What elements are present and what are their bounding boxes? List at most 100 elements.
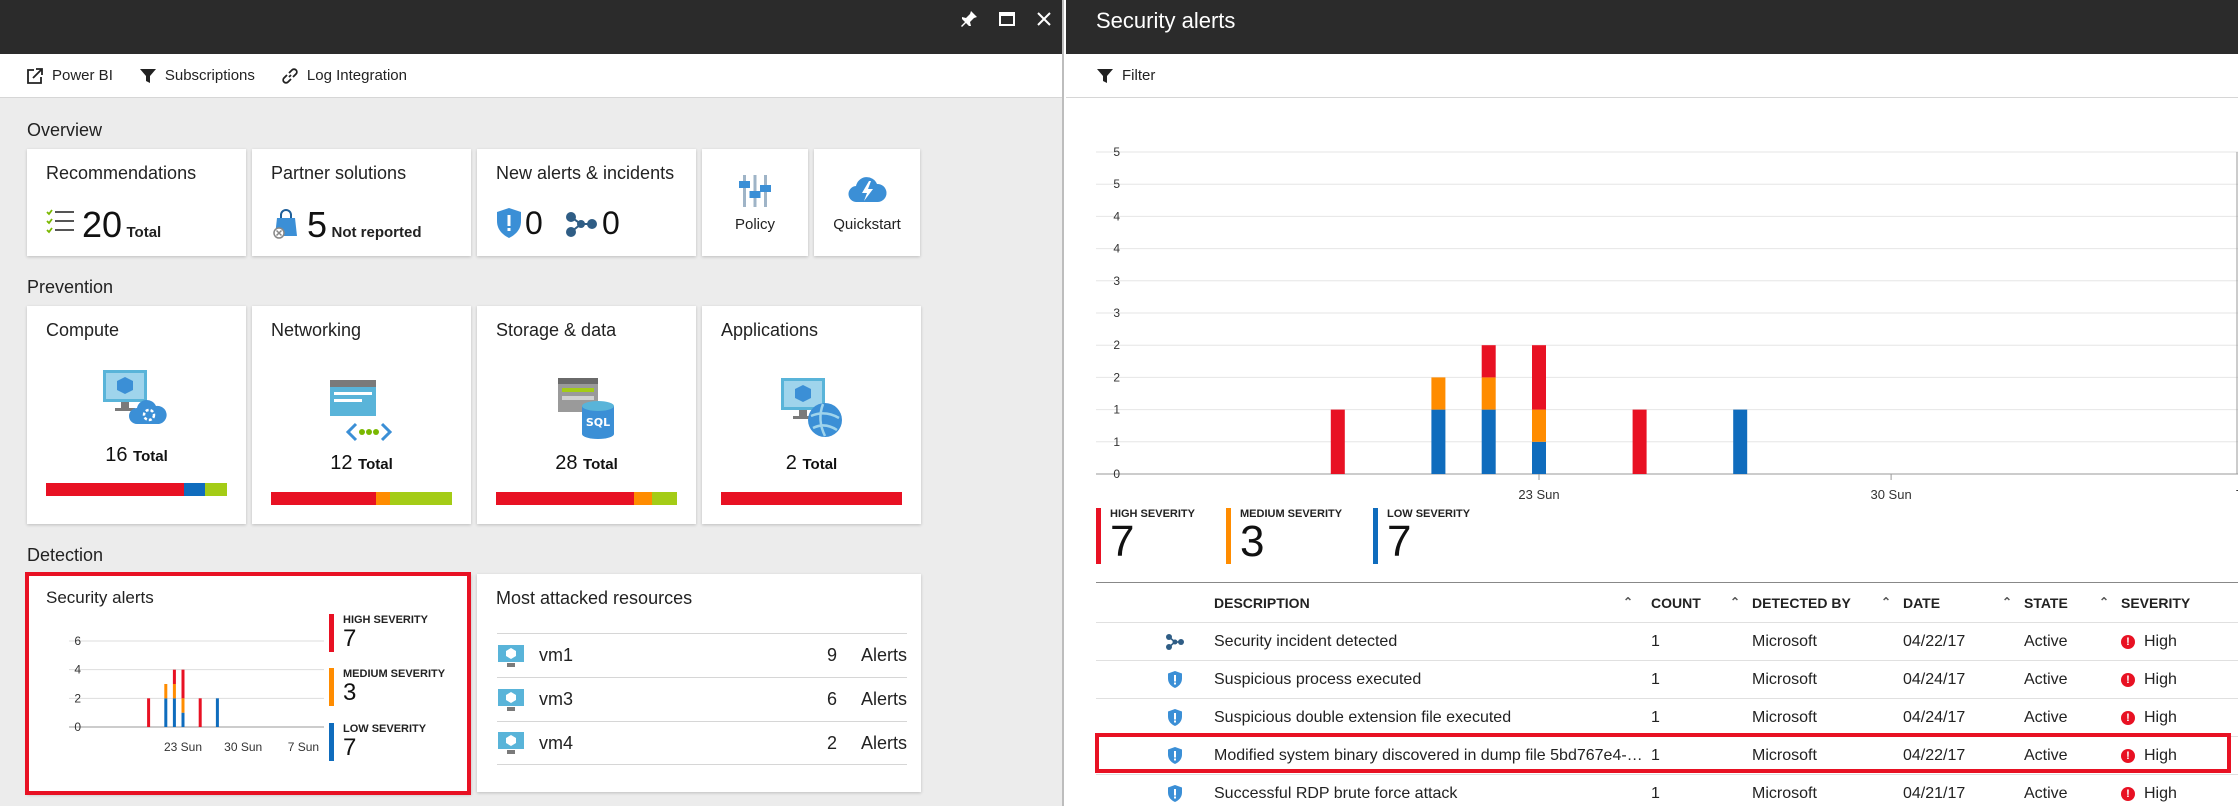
most-attacked-resources-tile[interactable]: Most attacked resources vm1 9 Alerts vm3… — [477, 574, 921, 792]
storage-data-severity-bar — [496, 492, 677, 505]
alert-state: Active — [2024, 708, 2068, 726]
bar-segment — [1532, 345, 1546, 410]
checklist-icon — [46, 209, 74, 234]
severity-bar-segment — [183, 483, 206, 496]
severity-bar-segment — [496, 492, 634, 505]
col-description[interactable]: DESCRIPTION ⌃ — [1214, 595, 1651, 611]
alert-row[interactable]: Suspicious process executed 1 Microsoft 04/… — [1096, 660, 2238, 698]
recommendations-title: Recommendations — [46, 163, 197, 183]
filter-icon — [1097, 68, 1113, 83]
alert-row[interactable]: Suspicious double extension file execute… — [1096, 698, 2238, 736]
blade-title-bar — [0, 0, 1062, 54]
policy-label: Policy — [734, 216, 775, 233]
alert-count: 1 — [1651, 670, 1660, 688]
new-alerts-incidents-tile[interactable]: New alerts & incidents 0 0 — [477, 149, 696, 256]
alert-severity: ! High — [2121, 785, 2238, 803]
applications-severity-bar — [721, 492, 902, 505]
y-tick-label: 0 — [1113, 467, 1120, 481]
severity-bar-segment — [205, 483, 227, 496]
sort-icon: ⌃ — [1622, 594, 1633, 609]
networking-title: Networking — [271, 320, 362, 340]
security-center-screen: Power BI Subscriptions Log Integration O… — [0, 0, 2238, 806]
partner-solutions-tile[interactable]: Partner solutions 5 Not reported — [252, 149, 471, 256]
filter-button[interactable]: Filter — [1096, 67, 1155, 85]
recommendations-tile[interactable]: Recommendations 20 Total — [27, 149, 246, 256]
subscriptions-button[interactable]: Subscriptions — [139, 67, 255, 85]
storage-data-title: Storage & data — [496, 320, 617, 340]
close-icon[interactable] — [1031, 8, 1057, 34]
alert-row[interactable]: Successful RDP brute force attack 1 Micros… — [1096, 774, 2238, 806]
y-tick-label: 4 — [1113, 242, 1120, 256]
col-severity[interactable]: SEVERITY — [2121, 595, 2238, 611]
log-integration-button[interactable]: Log Integration — [281, 67, 407, 85]
policy-sliders-icon — [739, 175, 771, 207]
bar-segment — [1733, 409, 1748, 474]
partner-solutions-count: 5 Not reported — [307, 204, 422, 245]
y-tick-label: 2 — [1113, 338, 1120, 352]
y-tick-label: 1 — [1113, 435, 1120, 449]
storage-data-total: 28 Total — [555, 452, 618, 474]
y-tick-label: 2 — [1113, 370, 1120, 384]
col-state[interactable]: STATE ⌃ — [2024, 595, 2121, 611]
alert-date: 04/22/17 — [1903, 632, 1966, 650]
alert-description: Suspicious process executed — [1214, 670, 1422, 688]
alert-date: 04/24/17 — [1903, 670, 1966, 688]
alert-count: 1 — [1651, 632, 1660, 650]
vm-icon — [498, 688, 524, 711]
external-link-icon — [27, 67, 43, 84]
alert-row[interactable]: Security incident detected 1 Microsoft 04/2… — [1096, 622, 2238, 660]
storage-data-tile[interactable]: Storage & data SQL 28 Total — [477, 306, 696, 524]
bar-segment — [1431, 377, 1446, 410]
y-tick-label: 5 — [1113, 177, 1120, 191]
selected-alert-highlight — [1095, 733, 2231, 773]
resource-row[interactable]: vm3 6 Alerts — [497, 677, 907, 721]
applications-tile[interactable]: Applications 2 Total — [702, 306, 921, 524]
power-bi-button[interactable]: Power BI — [26, 67, 113, 85]
sort-icon: ⌃ — [2098, 594, 2109, 609]
networking-total: 12 Total — [330, 452, 393, 474]
alert-state: Active — [2024, 784, 2068, 802]
high-severity-summary: HIGH SEVERITY 7 — [1096, 508, 1195, 564]
high-severity-icon: ! — [2121, 710, 2135, 725]
shield-icon — [1096, 670, 1214, 689]
severity-bar-segment — [651, 492, 677, 505]
bar-segment — [1532, 409, 1546, 442]
compute-title: Compute — [46, 320, 120, 340]
pin-icon[interactable] — [956, 8, 982, 34]
quickstart-tile[interactable]: Quickstart — [814, 149, 920, 256]
severity-bar-segment — [375, 492, 391, 505]
col-count[interactable]: COUNT ⌃ — [1651, 595, 1752, 611]
y-tick-label: 5 — [1113, 145, 1120, 159]
maximize-icon[interactable] — [994, 8, 1020, 34]
compute-tile[interactable]: Compute 16 Total — [27, 306, 246, 524]
subscriptions-label: Subscriptions — [164, 67, 255, 84]
resource-row[interactable]: vm1 9 Alerts — [497, 633, 907, 677]
alert-shield-icon — [497, 208, 521, 238]
svg-text:SQL: SQL — [586, 416, 610, 429]
shield-icon — [1096, 708, 1214, 727]
sort-icon: ⌃ — [1729, 594, 1740, 609]
security-alerts-blade-title: Security alerts — [1066, 0, 2238, 54]
networking-tile[interactable]: Networking 12 Total — [252, 306, 471, 524]
resource-row[interactable]: vm4 2 Alerts — [497, 721, 907, 765]
policy-tile[interactable]: Policy — [702, 149, 808, 256]
bar-segment — [1532, 441, 1546, 474]
alert-date: 04/21/17 — [1903, 784, 1966, 802]
y-tick-label: 1 — [1113, 403, 1120, 417]
y-tick-label: 4 — [1113, 209, 1120, 223]
networking-icon — [330, 380, 393, 442]
col-detected-by[interactable]: DETECTED BY ⌃ — [1752, 595, 1903, 611]
high-severity-icon: ! — [2121, 634, 2135, 649]
alert-count: 1 — [1651, 784, 1660, 802]
incident-icon — [566, 212, 597, 237]
col-date[interactable]: DATE ⌃ — [1903, 595, 2024, 611]
alert-severity: ! High — [2121, 709, 2238, 727]
compute-severity-bar — [46, 483, 227, 496]
vm-icon — [498, 644, 524, 667]
high-severity-icon: ! — [2121, 672, 2135, 687]
x-tick-label: 23 Sun — [1518, 487, 1559, 502]
partner-solutions-title: Partner solutions — [271, 163, 407, 183]
shopping-bag-icon — [273, 209, 297, 239]
bar-segment — [1330, 409, 1345, 474]
new-alerts-title: New alerts & incidents — [496, 163, 675, 183]
